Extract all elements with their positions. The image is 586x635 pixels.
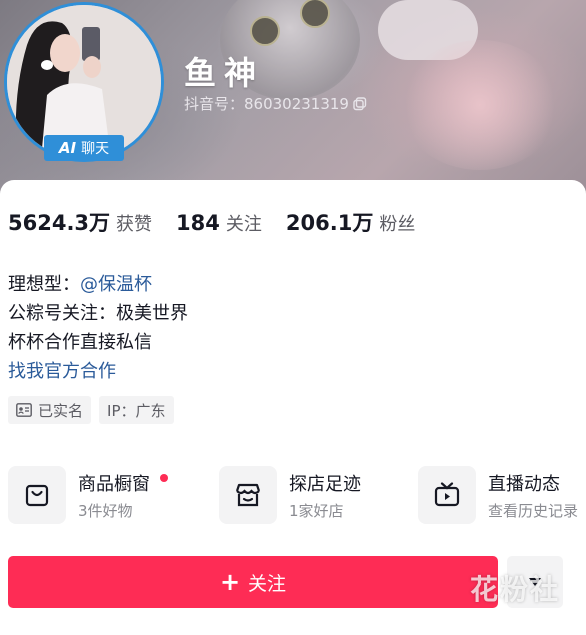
follow-button[interactable]: + 关注 — [8, 556, 498, 608]
profile-tags: 已实名 IP：广东 — [8, 396, 174, 424]
plus-icon: + — [219, 568, 241, 596]
profile-bio: 理想型：@保温杯 公粽号关注：极美世界 杯杯合作直接私信 找我官方合作 — [8, 270, 188, 386]
feature-live-title: 直播动态 — [488, 473, 560, 495]
tag-verified-label: 已实名 — [38, 401, 84, 420]
feature-store-visits[interactable]: 探店足迹 1家好店 — [219, 466, 361, 524]
profile-nickname: 鱼神 — [184, 54, 265, 92]
bio-line-3: 杯杯合作直接私信 — [8, 332, 152, 353]
stat-following-value: 184 — [176, 211, 220, 235]
bio-line-2: 公粽号关注：极美世界 — [8, 303, 188, 324]
feature-store-subtitle: 1家好店 — [289, 501, 344, 520]
feature-showcase-subtitle: 3件好物 — [78, 501, 133, 520]
feature-showcase-title: 商品橱窗 — [78, 473, 150, 495]
feature-store-title: 探店足迹 — [289, 473, 361, 495]
feature-icon-box — [418, 466, 476, 524]
douyin-id-text: 抖音号：86030231319 — [184, 95, 349, 113]
stat-followers[interactable]: 206.1万 粉丝 — [286, 207, 415, 237]
feature-live-subtitle: 查看历史记录 — [488, 501, 579, 520]
feature-icon-box — [219, 466, 277, 524]
bio-line-1: 理想型：@保温杯 — [8, 270, 188, 299]
copy-icon[interactable] — [353, 96, 367, 111]
cover-toy — [400, 40, 560, 170]
stat-following-label: 关注 — [225, 214, 262, 235]
id-card-icon — [16, 403, 32, 417]
ai-badge-ai-text: AI — [58, 139, 77, 157]
feature-icon-box — [8, 466, 66, 524]
tag-ip-location: IP：广东 — [99, 396, 174, 424]
feature-live-updates[interactable]: 直播动态 查看历史记录 — [418, 466, 578, 524]
watermark: 花粉社 — [470, 573, 561, 606]
ai-chat-badge[interactable]: AI 聊天 — [44, 135, 124, 161]
profile-stats: 5624.3万 获赞 184 关注 206.1万 粉丝 — [8, 207, 439, 237]
stat-followers-label: 粉丝 — [379, 214, 416, 235]
follow-button-label: 关注 — [248, 572, 287, 595]
feature-text: 商品橱窗 3件好物 — [78, 470, 168, 521]
shopping-bag-icon — [25, 484, 49, 507]
stat-followers-value: 206.1万 — [285, 211, 374, 235]
feature-product-showcase[interactable]: 商品橱窗 3件好物 — [8, 466, 168, 524]
bio-line-1-prefix: 理想型： — [8, 274, 80, 295]
official-cooperation-link[interactable]: 找我官方合作 — [8, 357, 188, 386]
stat-likes-value: 5624.3万 — [8, 211, 111, 235]
notification-dot — [160, 473, 168, 482]
cover-cat-eye-right — [300, 0, 330, 28]
feature-entries: 商品橱窗 3件好物 探店足迹 1家好店 直播动态 查看历史记录 — [8, 466, 586, 528]
bio-mention-link[interactable]: @保温杯 — [80, 274, 152, 295]
douyin-id-row[interactable]: 抖音号：86030231319 — [184, 93, 367, 114]
store-icon — [235, 483, 261, 507]
stat-likes-label: 获赞 — [116, 214, 153, 235]
stat-following[interactable]: 184 关注 — [176, 210, 262, 236]
tag-verified: 已实名 — [8, 396, 92, 424]
ai-badge-label: 聊天 — [81, 141, 110, 157]
tag-ip-label: IP：广东 — [107, 401, 166, 420]
feature-text: 直播动态 查看历史记录 — [488, 470, 578, 521]
stat-likes[interactable]: 5624.3万 获赞 — [8, 207, 152, 237]
cover-cat-eye-left — [250, 16, 280, 46]
tv-icon — [434, 482, 460, 507]
feature-text: 探店足迹 1家好店 — [289, 470, 361, 521]
